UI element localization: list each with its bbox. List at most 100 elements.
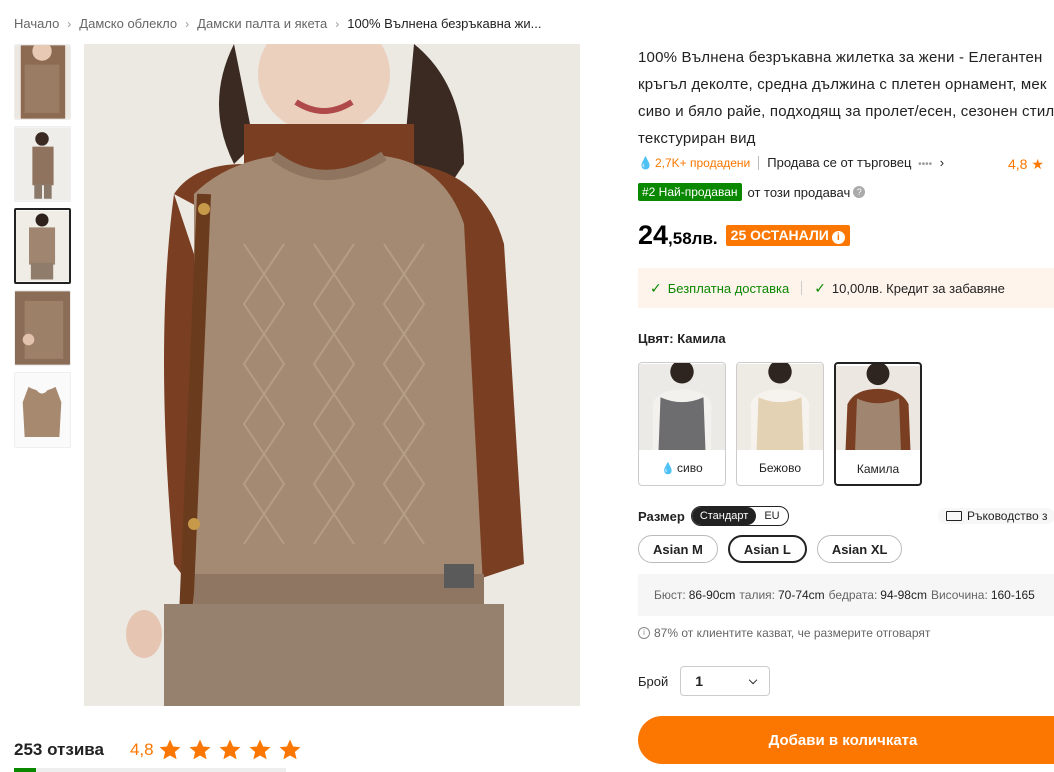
fire-icon: 💧 (638, 155, 653, 170)
color-label: Цвят: Камила (638, 331, 726, 346)
chevron-down-icon: ⌵ (748, 674, 758, 687)
bust-value: 86-90cm (688, 588, 736, 602)
quantity-value: 1 (695, 673, 704, 689)
thumbnail-list (14, 44, 72, 454)
star-icon (218, 738, 248, 762)
color-option-gray[interactable]: 💧 сиво (638, 362, 726, 486)
bust-label: Бюст: (654, 588, 686, 602)
star-icon (188, 738, 218, 762)
fire-icon: 💧 (661, 462, 676, 475)
size-system-standard[interactable]: Стандарт (691, 507, 757, 525)
ruler-icon (946, 511, 962, 521)
thumbnail-5[interactable] (14, 372, 71, 448)
breadcrumb-women-clothing[interactable]: Дамско облекло (79, 16, 177, 31)
thumbnail-3[interactable] (14, 208, 71, 284)
thumbnail-4[interactable] (14, 290, 71, 366)
chevron-right-icon: › (67, 16, 72, 31)
reviews-count: 253 отзива (14, 740, 104, 759)
color-option-beige[interactable]: Бежово (736, 362, 824, 486)
size-guide-link[interactable]: Ръководство з (938, 508, 1054, 524)
breadcrumb-current: 100% Вълнена безръкавна жи... (347, 16, 542, 31)
color-label-camel: Камила (836, 452, 920, 484)
reviews-summary[interactable]: 253 отзива 4,8 (14, 738, 308, 762)
product-title: 100% Вълнена безръкавна жилетка за жени … (638, 49, 1054, 147)
color-label-gray: 💧 сиво (639, 451, 725, 485)
seller-link[interactable]: Продава се от търговец •••• › (767, 155, 944, 170)
info-icon: i (638, 627, 650, 639)
price: 24 ,58лв. 25 ОСТАНАЛИ i (638, 220, 850, 251)
price-decimal: ,58лв. (668, 229, 718, 248)
sales-seller-row: 💧 2,7K+ продадени Продава се от търговец… (638, 155, 944, 170)
quantity-select[interactable]: 1 ⌵ (680, 666, 771, 696)
breadcrumb: Начало › Дамско облекло › Дамски палта и… (14, 16, 541, 31)
chevron-right-icon: › (939, 155, 945, 170)
best-seller-text: от този продавач (747, 184, 851, 200)
color-name: сиво (677, 461, 703, 475)
color-image-beige (737, 363, 823, 451)
breadcrumb-coats[interactable]: Дамски палта и якета (197, 16, 327, 31)
chevron-right-icon: › (335, 16, 340, 31)
color-label-beige: Бежово (737, 451, 823, 485)
color-name: Бежово (758, 461, 802, 475)
reviews-rating: 4,8 (129, 740, 154, 759)
free-shipping: ✓ Безплатна доставка (650, 280, 789, 297)
quantity-row: Брой 1 ⌵ (638, 666, 771, 696)
divider (801, 281, 803, 295)
divider (758, 155, 760, 170)
best-seller-badge: #2 Най-продаван (638, 183, 742, 201)
seller-text: Продава се от търговец (767, 155, 912, 170)
breadcrumb-home[interactable]: Начало (14, 16, 59, 31)
waist-value: 70-74cm (777, 588, 825, 602)
size-options: Asian M Asian L Asian XL (638, 535, 912, 563)
size-measurements: Бюст: 86-90cm талия: 70-74cm бедрата: 94-98… (638, 574, 1054, 616)
product-rating-value: 4,8 (1008, 156, 1028, 172)
size-row: Размер Стандарт EU (638, 506, 789, 526)
fit-text: 87% от клиентите казват, че размерите от… (654, 626, 931, 640)
chevron-right-icon: › (185, 16, 190, 31)
review-tab-track (36, 768, 286, 772)
size-option-xl[interactable]: Asian XL (816, 535, 903, 563)
shipping-banner[interactable]: ✓ Безплатна доставка ✓ 10,00лв. Кредит з… (638, 268, 1054, 308)
star-icon (278, 738, 308, 762)
size-system-eu[interactable]: EU (756, 507, 787, 525)
info-icon: i (831, 231, 845, 244)
color-image-camel (836, 364, 920, 452)
size-system-toggle: Стандарт EU (690, 506, 789, 526)
question-icon[interactable]: ? (853, 186, 866, 198)
color-swatches: 💧 сиво Бежово Камила (638, 362, 932, 486)
stock-badge[interactable]: 25 ОСТАНАЛИ i (725, 225, 850, 246)
main-product-image[interactable] (84, 44, 580, 706)
hips-value: 94-98cm (880, 588, 927, 602)
size-option-l[interactable]: Asian L (727, 535, 807, 563)
sold-count-text: 2,7K+ продадени (654, 155, 751, 170)
height-value: 160-165 (990, 588, 1035, 602)
stock-badge-text: 25 ОСТАНАЛИ (730, 227, 829, 243)
check-icon: ✓ (814, 279, 826, 296)
add-to-cart-button[interactable]: Добави в количката (638, 716, 1054, 764)
sold-count: 💧 2,7K+ продадени (638, 156, 750, 170)
size-guide-text: Ръководство з (967, 509, 1048, 523)
product-rating[interactable]: 4,8 ★ (1008, 156, 1044, 173)
star-icon (158, 738, 188, 762)
delay-credit-text: 10,00лв. Кредит за забавяне (831, 280, 1005, 296)
color-name: Камила (856, 462, 900, 476)
size-label: Размер (638, 508, 685, 524)
seller-name-masked: •••• (918, 159, 933, 170)
star-icon: ★ (1031, 156, 1044, 172)
best-seller-row: #2 Най-продаван от този продавач ? (638, 183, 866, 201)
rating-stars (158, 738, 308, 762)
thumbnail-2[interactable] (14, 126, 71, 202)
check-icon: ✓ (650, 279, 662, 296)
size-option-m[interactable]: Asian M (638, 535, 718, 563)
quantity-label: Брой (638, 673, 669, 689)
review-tab-indicator (14, 768, 36, 772)
thumbnail-1[interactable] (14, 44, 71, 120)
color-image-gray (639, 363, 725, 451)
star-icon (248, 738, 278, 762)
color-option-camel[interactable]: Камила (834, 362, 922, 486)
waist-label: талия: (739, 588, 775, 602)
delay-credit: ✓ 10,00лв. Кредит за забавяне (814, 280, 1005, 297)
height-label: Височина: (930, 588, 988, 602)
free-shipping-text: Безплатна доставка (667, 280, 790, 296)
fit-info: i 87% от клиентите казват, че размерите … (638, 626, 930, 640)
